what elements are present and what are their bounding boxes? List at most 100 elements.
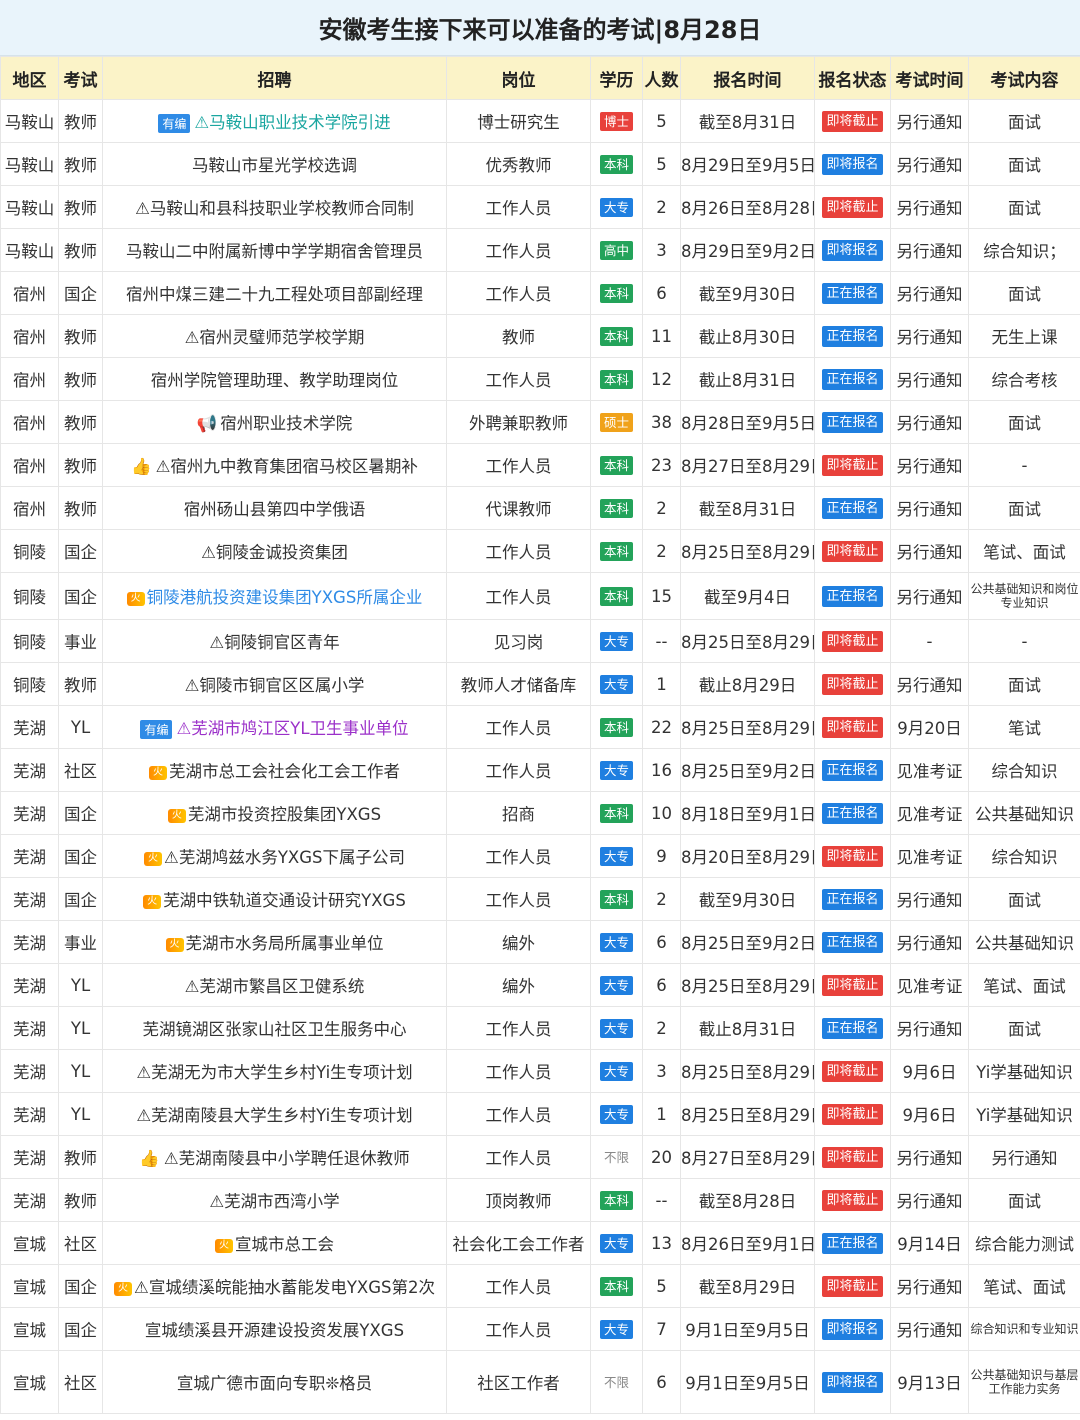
cell-region: 铜陵 <box>0 529 59 573</box>
edu-badge: 大专 <box>599 1234 633 1253</box>
recruit-text[interactable]: 芜湖中铁轨道交通设计研究YXGS <box>163 891 406 910</box>
cell-content: 综合知识 <box>968 748 1080 792</box>
cell-position: 编外 <box>446 920 591 964</box>
recruit-text[interactable]: 铜陵港航投资建设集团YXGS所属企业 <box>147 588 423 607</box>
table-row: 芜湖 事业火芜湖市水务局所属事业单位 编外 大专 6 8月25日至9月2日 正在报名 另行通知… <box>0 920 1080 964</box>
recruit-text[interactable]: ⚠芜湖市西湾小学 <box>209 1192 339 1211</box>
recruit-text[interactable]: ⚠宿州灵璧师范学校学期 <box>185 328 365 347</box>
cell-content: 公共基础知识和岗位专业知识 <box>968 572 1080 620</box>
cell-position: 工作人员 <box>446 1092 591 1136</box>
cell-position: 工作人员 <box>446 1135 591 1179</box>
table-row: 宿州 教师 宿州学院管理助理、教学助理岗位 工作人员 本科 12 截止8月31日 正在报名 另行… <box>0 357 1080 401</box>
edu-badge: 本科 <box>599 542 633 561</box>
recruit-text[interactable]: 芜湖市总工会社会化工会工作者 <box>169 762 400 781</box>
cell-status: 正在报名 <box>814 1006 891 1050</box>
status-badge: 即将截止 <box>822 455 883 476</box>
table-row: 宿州 国企 宿州中煤三建二十九工程处项目部副经理 工作人员 本科 6 截至9月30日 正在报名… <box>0 271 1080 315</box>
edit-tag: 有编 <box>140 720 173 739</box>
recruit-text[interactable]: ⚠芜湖鸠兹水务YXGS下属子公司 <box>164 848 405 867</box>
cell-type: 国企 <box>58 877 103 921</box>
recruit-text[interactable]: 宿州学院管理助理、教学助理岗位 <box>151 371 399 390</box>
cell-recruit: 宿州学院管理助理、教学助理岗位 <box>102 357 447 401</box>
recruit-text[interactable]: ⚠芜湖无为市大学生乡村Yi生专项计划 <box>136 1063 412 1082</box>
recruit-text[interactable]: ⚠铜陵市铜官区区属小学 <box>185 676 365 695</box>
recruit-text[interactable]: 马鞍山二中附属新博中学学期宿舍管理员 <box>126 242 423 261</box>
recruit-text[interactable]: ⚠铜陵金诚投资集团 <box>201 543 348 562</box>
status-badge: 即将截止 <box>822 631 883 652</box>
edu-badge: 本科 <box>599 499 633 518</box>
cell-position: 工作人员 <box>446 572 591 620</box>
cell-region: 芜湖 <box>0 791 59 835</box>
recruit-text[interactable]: ⚠宣城绩溪皖能抽水蓄能发电YXGS第2次 <box>134 1278 435 1297</box>
cell-content: 面试 <box>968 400 1080 444</box>
col-header-count: 人数 <box>642 56 681 100</box>
table-row: 马鞍山 教师 有编 ⚠马鞍山职业技术学院引进 博士研究生 博士 5 截至8月31日 即将截止 另行… <box>0 99 1080 143</box>
cell-recruit: 有编 ⚠芜湖市鸠江区YL卫生事业单位 <box>102 705 447 749</box>
recruit-text[interactable]: ⚠芜湖市鸠江区YL卫生事业单位 <box>176 719 408 738</box>
cell-reg-time: 8月27日至8月29日 <box>680 443 815 487</box>
recruit-text[interactable]: ⚠马鞍山和县科技职业学校教师合同制 <box>135 199 414 218</box>
fire-icon: 火 <box>167 808 186 823</box>
cell-edu: 不限 <box>590 1135 643 1179</box>
cell-edu: 本科 <box>590 486 643 530</box>
cell-reg-time: 截至8月31日 <box>680 99 815 143</box>
cell-type: YL <box>58 705 103 749</box>
cell-reg-time: 8月29日至9月2日 <box>680 228 815 272</box>
cell-recruit: 👍 ⚠宿州九中教育集团宿马校区暑期补 <box>102 443 447 487</box>
cell-region: 宣城 <box>0 1307 59 1351</box>
cell-content: 综合知识； <box>968 228 1080 272</box>
cell-content: 公共基础知识 <box>968 791 1080 835</box>
recruit-text[interactable]: ⚠宿州九中教育集团宿马校区暑期补 <box>156 457 418 476</box>
cell-edu: 本科 <box>590 705 643 749</box>
table-row: 宿州 教师 👍 ⚠宿州九中教育集团宿马校区暑期补 工作人员 本科 23 8月27日至8月29日… <box>0 443 1080 487</box>
recruit-text[interactable]: 芜湖镜湖区张家山社区卫生服务中心 <box>143 1020 407 1039</box>
recruit-text[interactable]: 宿州职业技术学院 <box>220 414 352 433</box>
megaphone-icon: 📢 <box>196 414 218 433</box>
cell-exam-time: 另行通知 <box>890 400 969 444</box>
recruit-text[interactable]: 芜湖市投资控股集团YXGS <box>188 805 381 824</box>
cell-recruit: 宿州砀山县第四中学俄语 <box>102 486 447 530</box>
cell-content: 另行通知 <box>968 1135 1080 1179</box>
cell-content: Yi学基础知识 <box>968 1049 1080 1093</box>
recruit-text[interactable]: 芜湖市水务局所属事业单位 <box>186 934 384 953</box>
cell-content: 综合知识和专业知识 <box>968 1307 1080 1351</box>
recruit-text[interactable]: 宿州中煤三建二十九工程处项目部副经理 <box>126 285 423 304</box>
cell-edu: 大专 <box>590 1006 643 1050</box>
status-badge: 即将截止 <box>822 674 883 695</box>
recruit-text[interactable]: ⚠芜湖市繁昌区卫健系统 <box>185 977 365 996</box>
recruit-text[interactable]: 马鞍山市星光学校选调 <box>192 156 357 175</box>
cell-edu: 本科 <box>590 443 643 487</box>
cell-count: 2 <box>642 486 681 530</box>
cell-status: 正在报名 <box>814 1221 891 1265</box>
cell-position: 招商 <box>446 791 591 835</box>
cell-type: 教师 <box>58 443 103 487</box>
status-badge: 正在报名 <box>822 760 883 781</box>
cell-edu: 本科 <box>590 572 643 620</box>
recruit-text[interactable]: 宿州砀山县第四中学俄语 <box>184 500 366 519</box>
page-title: 安徽考生接下来可以准备的考试|8月28日 <box>0 0 1080 56</box>
cell-recruit: ⚠铜陵铜官区青年 <box>102 619 447 663</box>
recruit-text[interactable]: ⚠芜湖南陵县中小学聘任退休教师 <box>164 1149 410 1168</box>
recruit-text[interactable]: 宣城市总工会 <box>235 1235 334 1254</box>
cell-reg-time: 8月18日至9月1日 <box>680 791 815 835</box>
edu-badge: 大专 <box>599 198 633 217</box>
recruit-text[interactable]: ⚠马鞍山职业技术学院引进 <box>194 113 390 132</box>
cell-reg-time: 8月25日至8月29日 <box>680 1092 815 1136</box>
cell-count: 23 <box>642 443 681 487</box>
cell-count: 5 <box>642 142 681 186</box>
cell-status: 正在报名 <box>814 314 891 358</box>
cell-type: 事业 <box>58 920 103 964</box>
recruit-text[interactable]: 宣城广德市面向专职❊格员 <box>177 1374 372 1393</box>
cell-content: 面试 <box>968 877 1080 921</box>
cell-region: 芜湖 <box>0 877 59 921</box>
cell-exam-time: - <box>890 619 969 663</box>
recruit-text[interactable]: 宣城绩溪县开源建设投资发展YXGS <box>145 1321 404 1340</box>
cell-region: 宣城 <box>0 1264 59 1308</box>
recruit-text[interactable]: ⚠芜湖南陵县大学生乡村Yi生专项计划 <box>136 1106 412 1125</box>
cell-position: 工作人员 <box>446 1006 591 1050</box>
cell-status: 即将报名 <box>814 228 891 272</box>
recruit-text[interactable]: ⚠铜陵铜官区青年 <box>209 633 339 652</box>
cell-content: 公共基础知识 <box>968 920 1080 964</box>
cell-region: 宣城 <box>0 1350 59 1414</box>
edu-badge: 大专 <box>599 933 633 952</box>
